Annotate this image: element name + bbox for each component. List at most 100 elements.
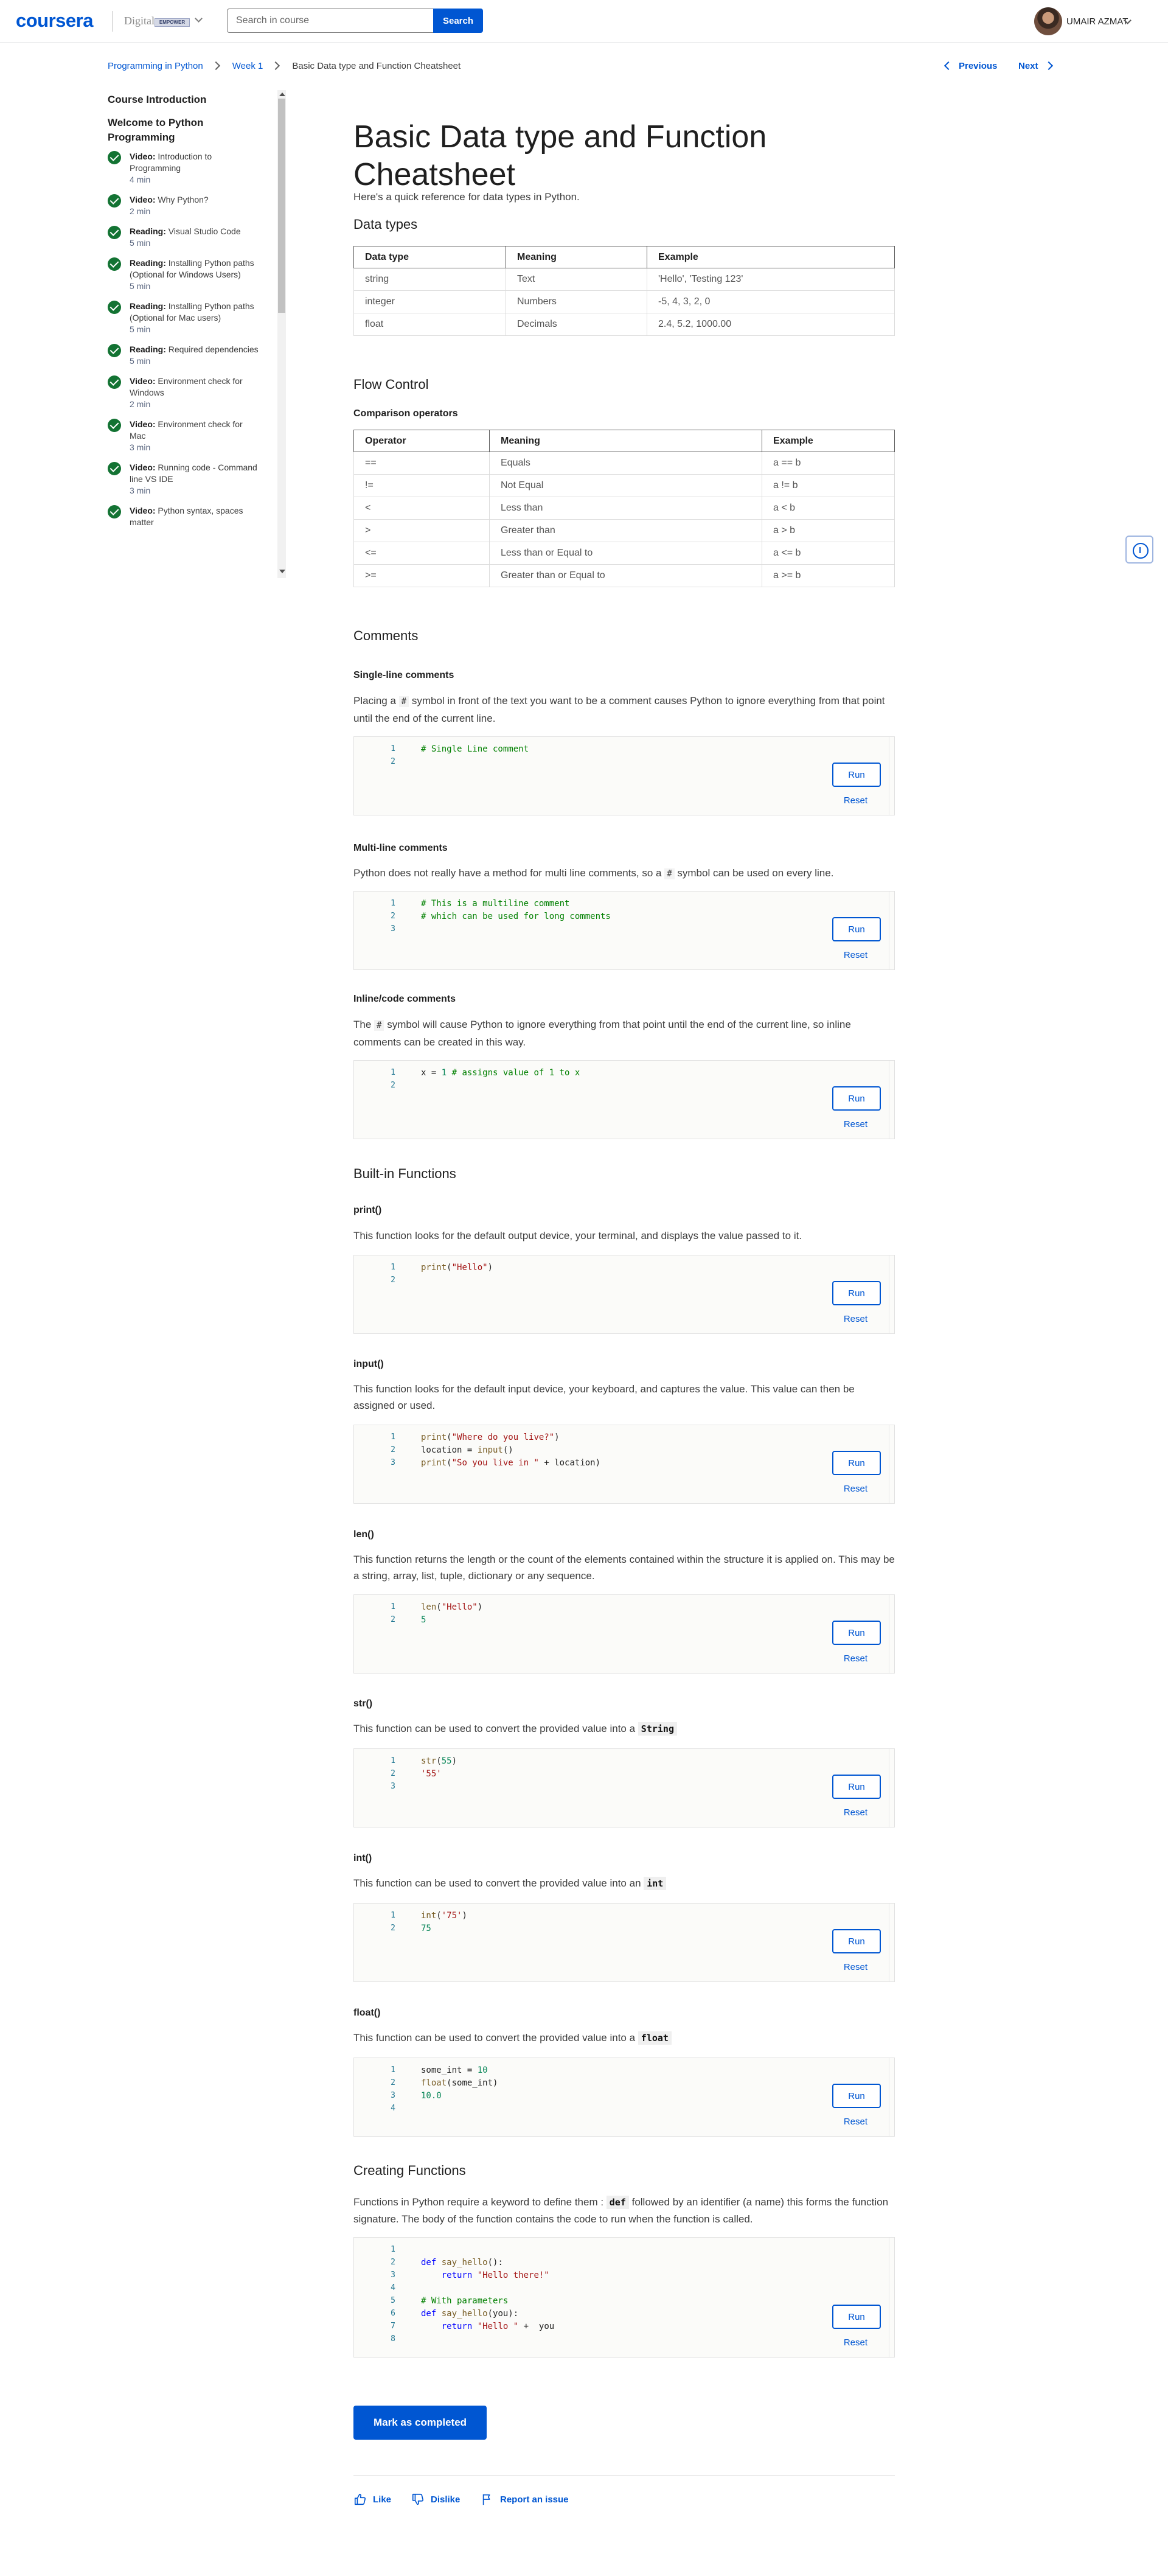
code-text[interactable]: def say_hello(you): bbox=[421, 2308, 518, 2320]
run-button[interactable]: Run bbox=[832, 1775, 881, 1799]
code-editor-area[interactable]: 1 int('75') 2 75 bbox=[354, 1904, 889, 1981]
reset-link[interactable]: Reset bbox=[844, 2337, 867, 2348]
code-text[interactable]: # With parameters bbox=[421, 2295, 508, 2307]
code-line[interactable]: 6 def say_hello(you): bbox=[354, 2308, 518, 2320]
user-name[interactable]: UMAIR AZMAT bbox=[1066, 16, 1128, 27]
code-text[interactable]: print("Hello") bbox=[421, 1262, 493, 1274]
help-info-icon[interactable] bbox=[1125, 536, 1153, 564]
code-text[interactable]: 10.0 bbox=[421, 2090, 442, 2102]
run-button[interactable]: Run bbox=[832, 1621, 881, 1645]
code-editor-area[interactable]: 1 x = 1 # assigns value of 1 to x 2 bbox=[354, 1061, 889, 1139]
run-button[interactable]: Run bbox=[832, 1451, 881, 1475]
scroll-down-arrow-icon[interactable] bbox=[279, 570, 285, 573]
run-button[interactable]: Run bbox=[832, 2084, 881, 2108]
code-line[interactable]: 2 def say_hello(): bbox=[354, 2257, 503, 2269]
breadcrumb-week[interactable]: Week 1 bbox=[232, 61, 263, 71]
code-line[interactable]: 3 bbox=[354, 923, 421, 935]
sidebar-scrollbar-thumb[interactable] bbox=[278, 99, 285, 313]
code-line[interactable]: 2 bbox=[354, 756, 421, 768]
code-editor[interactable]: 1 some_int = 10 2 float(some_int) 3 10.0 4 Run R… bbox=[353, 2058, 895, 2137]
reset-link[interactable]: Reset bbox=[844, 1962, 867, 1972]
code-line[interactable]: 1 # Single Line comment bbox=[354, 743, 529, 755]
code-editor[interactable]: 1 2 def say_hello(): 3 return "Hello there!… bbox=[353, 2237, 895, 2358]
code-line[interactable]: 2 bbox=[354, 1080, 421, 1092]
code-line[interactable]: 3 return "Hello there!" bbox=[354, 2269, 549, 2281]
code-line[interactable]: 2 float(some_int) bbox=[354, 2077, 498, 2089]
code-line[interactable]: 1 x = 1 # assigns value of 1 to x bbox=[354, 1067, 580, 1079]
reset-link[interactable]: Reset bbox=[844, 2117, 867, 2127]
run-button[interactable]: Run bbox=[832, 1281, 881, 1305]
code-line[interactable]: 1 # This is a multiline comment bbox=[354, 898, 569, 910]
code-editor[interactable]: 1 print("Where do you live?") 2 location = … bbox=[353, 1425, 895, 1504]
sidebar-item[interactable]: Reading: Installing Python paths (Option… bbox=[108, 301, 260, 335]
code-line[interactable]: 3 print("So you live in " + location) bbox=[354, 1457, 600, 1469]
code-line[interactable]: 5 # With parameters bbox=[354, 2295, 508, 2307]
code-editor[interactable]: 1 # Single Line comment 2 Run Reset bbox=[353, 736, 895, 815]
code-editor[interactable]: 1 len("Hello") 2 5 Run Reset bbox=[353, 1594, 895, 1674]
code-line[interactable]: 1 str(55) bbox=[354, 1755, 457, 1767]
code-editor-area[interactable]: 1 some_int = 10 2 float(some_int) 3 10.0 4 bbox=[354, 2058, 889, 2136]
run-button[interactable]: Run bbox=[832, 763, 881, 787]
partner-logo[interactable]: Digital EMPOWER bbox=[124, 12, 190, 30]
code-line[interactable]: 2 location = input() bbox=[354, 1444, 513, 1456]
reset-link[interactable]: Reset bbox=[844, 1484, 867, 1494]
search-button[interactable]: Search bbox=[433, 9, 483, 33]
sidebar-item[interactable]: Video: Why Python? 2 min bbox=[108, 194, 260, 217]
code-editor-area[interactable]: 1 # Single Line comment 2 bbox=[354, 737, 889, 815]
code-text[interactable]: def say_hello(): bbox=[421, 2257, 503, 2269]
code-line[interactable]: 4 bbox=[354, 2103, 421, 2115]
code-line[interactable]: 1 print("Hello") bbox=[354, 1262, 493, 1274]
sidebar-item[interactable]: Video: Introduction to Programming 4 min bbox=[108, 151, 260, 186]
previous-button[interactable]: Previous bbox=[944, 58, 997, 73]
sidebar-item[interactable]: Video: Running code - Command line VS ID… bbox=[108, 462, 260, 497]
sidebar-item[interactable]: Reading: Visual Studio Code 5 min bbox=[108, 226, 260, 249]
code-line[interactable]: 1 print("Where do you live?") bbox=[354, 1431, 559, 1443]
code-editor-area[interactable]: 1 len("Hello") 2 5 bbox=[354, 1595, 889, 1673]
reset-link[interactable]: Reset bbox=[844, 1314, 867, 1324]
code-line[interactable]: 3 bbox=[354, 1781, 421, 1793]
code-line[interactable]: 8 bbox=[354, 2333, 421, 2345]
code-line[interactable]: 25 bbox=[354, 1614, 426, 1626]
code-editor[interactable]: 1 int('75') 2 75 Run Reset bbox=[353, 1903, 895, 1982]
code-text[interactable]: location = input() bbox=[421, 1444, 513, 1456]
code-line[interactable]: 1 int('75') bbox=[354, 1910, 467, 1922]
code-text[interactable]: 5 bbox=[421, 1614, 426, 1626]
partner-chevron-down-icon[interactable] bbox=[195, 15, 203, 23]
run-button[interactable]: Run bbox=[832, 2305, 881, 2329]
code-text[interactable]: some_int = 10 bbox=[421, 2064, 488, 2076]
mark-as-completed-button[interactable]: Mark as completed bbox=[353, 2406, 487, 2440]
code-editor-area[interactable]: 1 str(55) 2 '55' 3 bbox=[354, 1749, 889, 1827]
code-line[interactable]: 7 return "Hello " + you bbox=[354, 2320, 554, 2333]
code-editor-area[interactable]: 1 print("Hello") 2 bbox=[354, 1255, 889, 1333]
code-editor-area[interactable]: 1 # This is a multiline comment 2 # which c… bbox=[354, 892, 889, 969]
code-editor[interactable]: 1 # This is a multiline comment 2 # which c… bbox=[353, 891, 895, 970]
run-button[interactable]: Run bbox=[832, 1086, 881, 1111]
code-text[interactable]: # This is a multiline comment bbox=[421, 898, 569, 910]
dislike-button[interactable]: Dislike bbox=[411, 2491, 460, 2507]
report-issue-button[interactable]: Report an issue bbox=[481, 2491, 569, 2507]
user-avatar[interactable] bbox=[1034, 7, 1062, 35]
code-editor[interactable]: 1 print("Hello") 2 Run Reset bbox=[353, 1255, 895, 1334]
like-button[interactable]: Like bbox=[353, 2491, 391, 2507]
run-button[interactable]: Run bbox=[832, 1929, 881, 1953]
search-input[interactable] bbox=[227, 9, 434, 33]
code-text[interactable]: print("So you live in " + location) bbox=[421, 1457, 600, 1469]
sidebar-item[interactable]: Video: Python syntax, spaces matter bbox=[108, 505, 260, 528]
code-text[interactable]: # Single Line comment bbox=[421, 743, 529, 755]
code-text[interactable]: str(55) bbox=[421, 1755, 457, 1767]
reset-link[interactable]: Reset bbox=[844, 1807, 867, 1818]
reset-link[interactable]: Reset bbox=[844, 1119, 867, 1129]
code-editor[interactable]: 1 x = 1 # assigns value of 1 to x 2 Run Rese… bbox=[353, 1060, 895, 1139]
code-text[interactable]: x = 1 # assigns value of 1 to x bbox=[421, 1067, 580, 1079]
reset-link[interactable]: Reset bbox=[844, 795, 867, 806]
code-line[interactable]: 2 75 bbox=[354, 1922, 431, 1935]
sidebar-item[interactable]: Reading: Installing Python paths (Option… bbox=[108, 257, 260, 292]
code-text[interactable]: '55' bbox=[421, 1768, 442, 1780]
code-line[interactable]: 3 10.0 bbox=[354, 2090, 442, 2102]
code-line[interactable]: 2 bbox=[354, 1274, 421, 1286]
code-line[interactable]: 1 bbox=[354, 2244, 421, 2256]
code-editor-area[interactable]: 1 2 def say_hello(): 3 return "Hello there!… bbox=[354, 2238, 889, 2357]
run-button[interactable]: Run bbox=[832, 917, 881, 941]
code-editor[interactable]: 1 str(55) 2 '55' 3 Run Reset bbox=[353, 1748, 895, 1827]
reset-link[interactable]: Reset bbox=[844, 950, 867, 960]
